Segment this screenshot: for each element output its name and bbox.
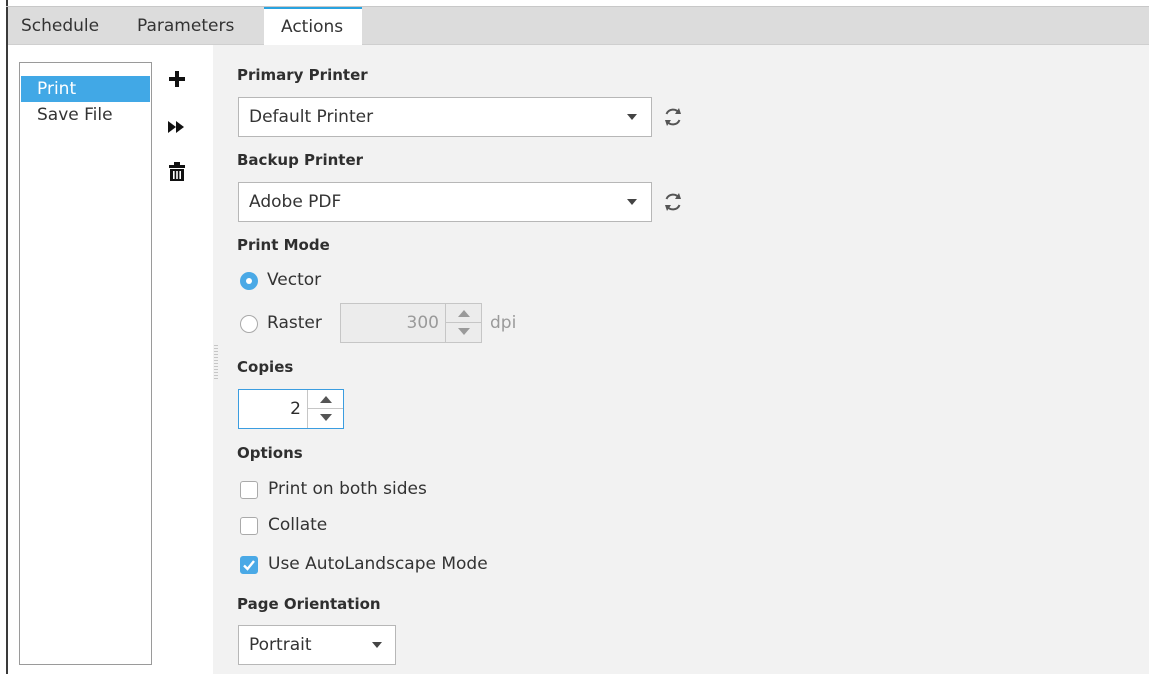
refresh-primary-printers-button[interactable]: [660, 104, 686, 130]
backup-printer-label: Backup Printer: [237, 151, 364, 169]
tab-actions[interactable]: Actions: [264, 7, 362, 45]
chevron-down-icon: [372, 642, 382, 648]
primary-printer-label: Primary Printer: [237, 66, 368, 84]
raster-dpi-up-button[interactable]: [446, 304, 481, 323]
list-item-save-file[interactable]: Save File: [21, 102, 150, 128]
print-both-sides-label: Print on both sides: [268, 479, 427, 499]
autolandscape-checkbox[interactable]: [240, 556, 258, 574]
raster-dpi-stepper: [445, 304, 481, 342]
print-both-sides-checkbox[interactable]: [240, 481, 258, 499]
autolandscape-label: Use AutoLandscape Mode: [268, 554, 488, 574]
vector-radio[interactable]: [240, 272, 258, 290]
window: Schedule Parameters Actions Print Save F…: [0, 0, 1149, 674]
page-orientation-select[interactable]: Portrait: [238, 625, 396, 665]
backup-printer-value: Adobe PDF: [249, 192, 342, 212]
primary-printer-select[interactable]: Default Printer: [238, 97, 652, 137]
copies-label: Copies: [237, 358, 294, 376]
raster-dpi-spinner[interactable]: 300: [340, 303, 482, 343]
chevron-down-icon: [627, 114, 637, 120]
copies-up-button[interactable]: [308, 390, 343, 409]
tab-schedule[interactable]: Schedule: [21, 7, 99, 45]
page-orientation-value: Portrait: [249, 635, 312, 655]
collate-label: Collate: [268, 515, 328, 535]
window-border: [6, 0, 8, 674]
raster-dpi-down-button[interactable]: [446, 323, 481, 342]
action-settings-panel: [213, 45, 1149, 674]
splitter-grip[interactable]: [214, 345, 218, 381]
refresh-backup-printers-button[interactable]: [660, 189, 686, 215]
plus-icon: [169, 71, 185, 87]
chevron-down-icon: [627, 199, 637, 205]
collate-checkbox[interactable]: [240, 517, 258, 535]
print-mode-label: Print Mode: [237, 236, 330, 254]
copies-spinner[interactable]: 2: [238, 389, 344, 429]
tab-bar: Schedule Parameters Actions: [8, 7, 1149, 45]
page-orientation-label: Page Orientation: [237, 595, 381, 613]
add-action-button[interactable]: [166, 67, 188, 91]
list-item-print[interactable]: Print: [21, 76, 150, 102]
copies-stepper: [307, 390, 343, 428]
vector-radio-label: Vector: [267, 270, 322, 290]
run-action-button[interactable]: [166, 114, 188, 138]
trash-icon: [169, 162, 185, 181]
actions-list[interactable]: Print Save File: [19, 62, 152, 665]
primary-printer-value: Default Printer: [249, 107, 374, 127]
fast-forward-icon: [168, 121, 184, 133]
dpi-unit-label: dpi: [490, 313, 517, 333]
checkmark-icon: [243, 560, 255, 571]
delete-action-button[interactable]: [166, 160, 188, 184]
raster-dpi-value: 300: [406, 313, 439, 333]
refresh-icon: [665, 108, 681, 126]
copies-value: 2: [290, 399, 301, 419]
raster-radio-label: Raster: [267, 313, 322, 333]
refresh-icon: [665, 193, 681, 211]
raster-radio[interactable]: [240, 315, 258, 333]
backup-printer-select[interactable]: Adobe PDF: [238, 182, 652, 222]
copies-down-button[interactable]: [308, 409, 343, 428]
options-label: Options: [237, 444, 303, 462]
tab-parameters[interactable]: Parameters: [137, 7, 234, 45]
